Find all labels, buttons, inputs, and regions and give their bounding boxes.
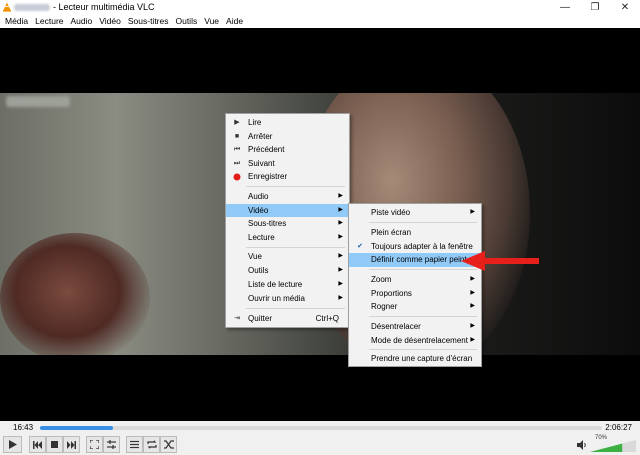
fullscreen-icon [90,440,99,449]
play-button[interactable] [3,436,22,453]
menu-separator [369,222,477,223]
previous-button[interactable] [29,436,46,453]
next-icon [67,440,76,449]
menu-audio[interactable]: Audio [68,15,96,28]
shuffle-icon [163,440,174,449]
previous-icon: ⏮ [233,146,241,153]
menu-item-quitter[interactable]: ⇥ Quitter Ctrl+Q [226,312,349,326]
menu-item-precedent[interactable]: ⏮ Précédent [226,143,349,157]
submenu-item-plein-ecran[interactable]: Plein écran [349,226,481,240]
video-redacted-overlay [6,96,70,107]
record-icon [231,170,243,187]
menu-item-outils[interactable]: Outils ▶ [226,264,349,278]
menu-item-suivant[interactable]: ⏭ Suivant [226,157,349,171]
stop-icon [51,441,58,448]
submenu-item-desentrelacer[interactable]: Désentrelacer ▶ [349,320,481,334]
submenu-arrow-icon: ▶ [470,323,475,329]
submenu-item-piste-video[interactable]: Piste vidéo ▶ [349,206,481,220]
menu-aide[interactable]: Aide [223,15,246,28]
previous-icon [33,440,42,449]
minimize-icon: — [560,2,570,13]
submenu-arrow-icon: ▶ [470,303,475,309]
submenu-item-zoom[interactable]: Zoom ▶ [349,273,481,287]
submenu-arrow-icon: ▶ [470,289,475,296]
menu-item-arreter[interactable]: ■ Arrêter [226,130,349,144]
loop-button[interactable] [143,436,160,453]
video-hand-region [0,233,150,355]
submenu-arrow-icon: ▶ [338,193,343,199]
play-icon: ▶ [234,119,240,126]
volume-slider[interactable] [590,440,636,452]
playlist-icon [130,440,139,449]
submenu-arrow-icon: ▶ [470,276,475,282]
menu-separator [246,186,345,187]
seek-slider[interactable] [40,426,602,430]
next-button[interactable] [63,436,80,453]
annotation-arrow-icon [461,251,539,271]
menu-item-lecture[interactable]: Lecture ▶ [226,231,349,245]
submenu-arrow-icon: ▶ [338,233,343,240]
title-bar: - Lecteur multimédia VLC — ❐ ✕ [0,0,640,15]
seek-progress [40,426,114,430]
sliders-icon [107,440,116,449]
menu-separator [246,308,345,309]
menu-lecture[interactable]: Lecture [32,15,66,28]
quit-icon: ⇥ [234,315,240,322]
close-icon: ✕ [620,2,630,13]
menu-separator [246,247,345,248]
restore-icon: ❐ [590,2,600,13]
submenu-arrow-icon: ▶ [470,209,475,215]
minimize-button[interactable]: — [550,0,580,15]
stop-button[interactable] [46,436,63,453]
submenu-item-mode-desentrelacement[interactable]: Mode de désentrelacement ▶ [349,334,481,348]
seek-bar-row: 16:43 2:06:27 [0,421,640,434]
menu-separator [369,316,477,317]
play-icon [9,440,17,449]
submenu-arrow-icon: ▶ [338,295,343,301]
shuffle-button[interactable] [160,436,177,453]
total-time: 2:06:27 [605,423,632,432]
menu-sous-titres[interactable]: Sous-titres [125,15,172,28]
submenu-arrow-icon: ▶ [338,253,343,259]
restore-button[interactable]: ❐ [580,0,610,15]
extended-settings-button[interactable] [103,436,120,453]
menu-item-enregistrer[interactable]: Enregistrer [226,170,349,184]
controls-bar: 70% [0,434,640,455]
menu-item-sous-titres[interactable]: Sous-titres ▶ [226,217,349,231]
speaker-icon[interactable] [576,439,588,451]
next-icon: ⏭ [233,159,241,167]
menu-item-lire[interactable]: ▶ Lire [226,116,349,130]
loop-icon [146,440,157,449]
vlc-cone-icon [3,2,11,12]
video-submenu: Piste vidéo ▶ Plein écran ✔ Toujours ada… [348,203,482,367]
menu-bar: Média Lecture Audio Vidéo Sous-titres Ou… [0,15,640,28]
window-title: - Lecteur multimédia VLC [53,2,155,12]
fullscreen-button[interactable] [86,436,103,453]
current-time: 16:43 [13,423,34,432]
menu-video[interactable]: Vidéo [96,15,124,28]
submenu-item-capture-ecran[interactable]: Prendre une capture d'écran [349,352,481,366]
menu-outils[interactable]: Outils [172,15,200,28]
context-menu: ▶ Lire ■ Arrêter ⏮ Précédent ⏭ Suivant E… [225,113,350,328]
menu-item-ouvrir-un-media[interactable]: Ouvrir un média ▶ [226,292,349,306]
submenu-arrow-icon: ▶ [470,336,475,343]
playlist-button[interactable] [126,436,143,453]
menu-vue[interactable]: Vue [201,15,222,28]
menu-item-vue[interactable]: Vue ▶ [226,250,349,264]
menu-item-video[interactable]: Vidéo ▶ [226,203,349,217]
menu-media[interactable]: Média [2,15,31,28]
menu-item-liste-de-lecture[interactable]: Liste de lecture ▶ [226,278,349,292]
submenu-arrow-icon: ▶ [338,220,343,226]
close-button[interactable]: ✕ [610,0,640,15]
submenu-item-rogner[interactable]: Rogner ▶ [349,300,481,314]
submenu-arrow-icon: ▶ [338,281,343,287]
title-redacted-filename [14,4,50,11]
menu-item-audio[interactable]: Audio ▶ [226,190,349,204]
checkmark-icon: ✔ [357,242,363,250]
menu-separator [369,349,477,350]
submenu-arrow-icon: ▶ [338,267,343,273]
stop-icon: ■ [234,132,240,140]
submenu-item-proportions[interactable]: Proportions ▶ [349,287,481,301]
submenu-arrow-icon: ▶ [338,206,343,213]
